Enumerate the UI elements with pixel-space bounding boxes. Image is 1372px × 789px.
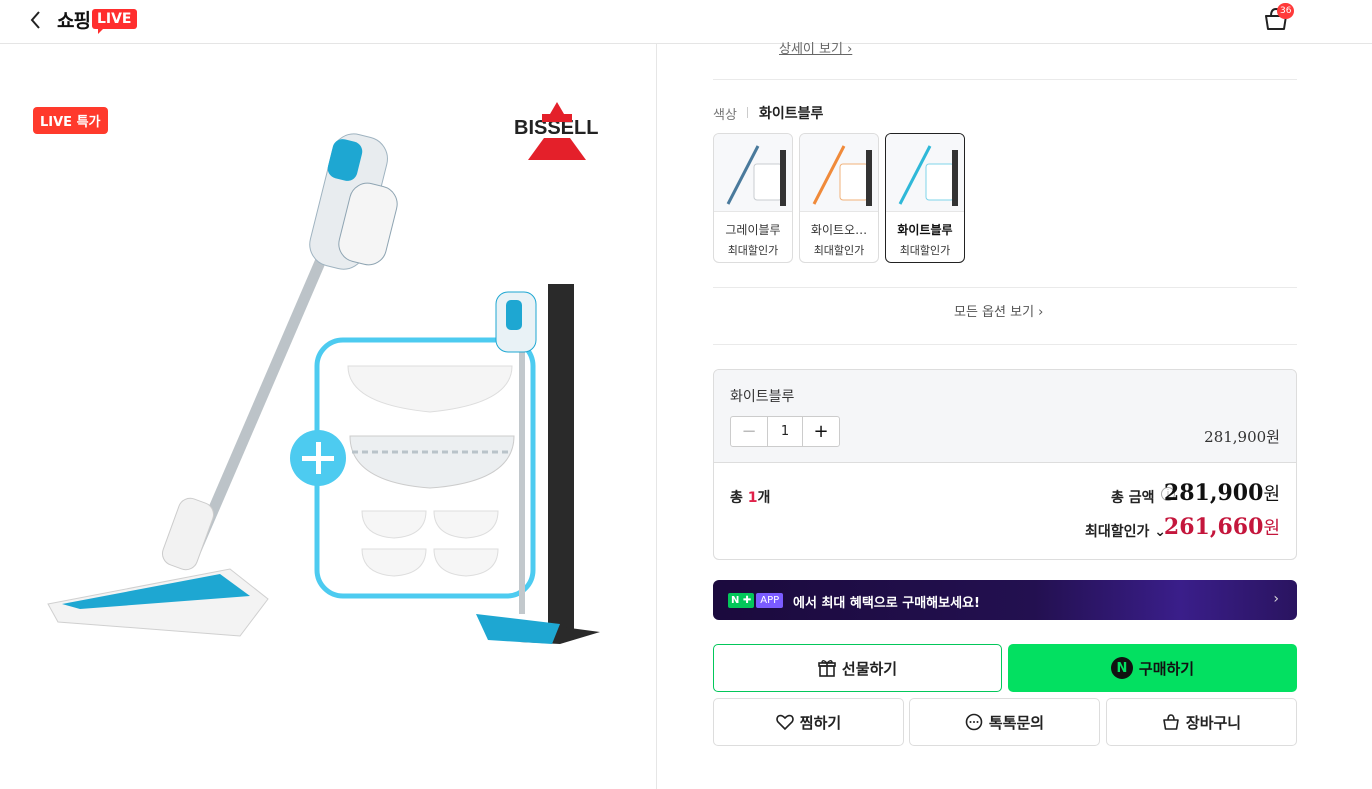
talk-inquiry-button[interactable]: 톡톡문의 bbox=[909, 698, 1100, 746]
shopping-bag-icon bbox=[1163, 714, 1179, 730]
option-price-label: 최대할인가 bbox=[899, 244, 951, 257]
naver-n-icon: N bbox=[1110, 657, 1133, 679]
option-name: 그레이블루 bbox=[725, 223, 781, 237]
all-options-link[interactable]: 모든 옵션 보기 › bbox=[954, 301, 1043, 320]
cart-button-label: 장바구니 bbox=[1185, 713, 1242, 732]
divider bbox=[713, 79, 1297, 80]
option-name: 화이트블루 bbox=[897, 223, 953, 237]
quantity-increase-button[interactable]: + bbox=[803, 417, 839, 446]
detail-view-link-text: 상세이 보기 bbox=[779, 42, 843, 57]
chevron-right-icon: › bbox=[1273, 591, 1279, 607]
talk-button-label: 톡톡문의 bbox=[988, 713, 1045, 732]
total-prefix: 총 bbox=[730, 490, 748, 506]
gift-icon bbox=[818, 660, 836, 677]
back-arrow-icon[interactable] bbox=[24, 8, 48, 32]
chat-bubble-icon bbox=[965, 713, 983, 731]
naver-plus-app-banner[interactable]: N ✚ APP 에서 최대 혜택으로 구매해보세요! › bbox=[713, 580, 1297, 620]
total-amount: 281,900원 bbox=[1164, 480, 1280, 506]
buy-button[interactable]: N 구매하기 bbox=[1008, 644, 1297, 692]
max-discount-label[interactable]: 최대할인가 ⌄ bbox=[1085, 521, 1166, 541]
mop-illustration bbox=[47, 133, 600, 644]
app-badge: APP bbox=[756, 593, 784, 608]
selected-option-name: 화이트블루 bbox=[730, 389, 795, 405]
banner-text: 에서 최대 혜택으로 구매해보세요! bbox=[793, 596, 980, 611]
vertical-divider bbox=[656, 44, 657, 789]
option-white-blue[interactable]: 화이트블루 최대할인가 bbox=[885, 133, 965, 263]
max-discount-label-text: 최대할인가 bbox=[1085, 524, 1150, 540]
top-header: 쇼핑 LIVE 36 bbox=[0, 0, 1372, 44]
naver-plus-app-badge: N ✚ APP bbox=[728, 593, 784, 608]
product-image: LIVE 특가 BISSELL bbox=[0, 44, 656, 789]
logo-live-badge: LIVE bbox=[91, 9, 137, 34]
color-label: 색상 bbox=[713, 108, 737, 123]
total-amount-label: 총 금액 bbox=[1111, 490, 1155, 506]
gift-button-label: 선물하기 bbox=[841, 659, 898, 678]
option-thumbnail bbox=[800, 134, 878, 212]
option-thumbnail bbox=[714, 134, 792, 212]
total-amount-value: 281,900 bbox=[1163, 480, 1264, 506]
shopping-live-logo[interactable]: 쇼핑 LIVE bbox=[57, 5, 137, 34]
wish-button-label: 찜하기 bbox=[799, 713, 842, 732]
total-count-number: 1 bbox=[747, 490, 758, 506]
quantity-value[interactable]: 1 bbox=[767, 417, 803, 446]
divider bbox=[713, 344, 1297, 345]
option-white-orange[interactable]: 화이트오… 최대할인가 bbox=[799, 133, 879, 263]
total-count: 총 1개 bbox=[730, 487, 770, 507]
buy-button-label: 구매하기 bbox=[1138, 659, 1195, 678]
all-options-text: 모든 옵션 보기 bbox=[954, 305, 1035, 320]
max-discount-amount: 261,660원 bbox=[1164, 514, 1280, 540]
quantity-decrease-button[interactable]: − bbox=[731, 417, 767, 446]
divider bbox=[713, 287, 1297, 288]
option-price-label: 최대할인가 bbox=[727, 244, 779, 257]
currency-unit: 원 bbox=[1263, 518, 1280, 539]
naver-plus-icon: N ✚ bbox=[728, 593, 755, 608]
selected-color: 화이트블루 bbox=[759, 106, 824, 122]
gift-button[interactable]: 선물하기 bbox=[713, 644, 1002, 692]
option-thumbnail bbox=[886, 134, 964, 212]
wish-button[interactable]: 찜하기 bbox=[713, 698, 904, 746]
quantity-stepper: − 1 + bbox=[730, 416, 840, 447]
heart-icon bbox=[776, 714, 794, 731]
logo-text: 쇼핑 bbox=[57, 9, 91, 32]
option-gray-blue[interactable]: 그레이블루 최대할인가 bbox=[713, 133, 793, 263]
currency-unit: 원 bbox=[1263, 484, 1280, 505]
detail-view-link[interactable]: 상세이 보기 › bbox=[779, 38, 852, 57]
selected-option-row: 화이트블루 − 1 + 281,900원 bbox=[714, 370, 1296, 463]
option-name: 화이트오… bbox=[810, 223, 868, 237]
color-separator bbox=[747, 107, 748, 118]
selected-option-price: 281,900원 bbox=[1204, 428, 1280, 446]
add-to-cart-button[interactable]: 장바구니 bbox=[1106, 698, 1297, 746]
total-suffix: 개 bbox=[757, 490, 771, 506]
cart-count-badge: 36 bbox=[1277, 3, 1295, 19]
max-discount-value: 261,660 bbox=[1163, 514, 1264, 540]
selected-option-box: 화이트블루 − 1 + 281,900원 총 1개 총 금액 i 281,900… bbox=[713, 369, 1297, 560]
option-price-label: 최대할인가 bbox=[813, 244, 865, 257]
